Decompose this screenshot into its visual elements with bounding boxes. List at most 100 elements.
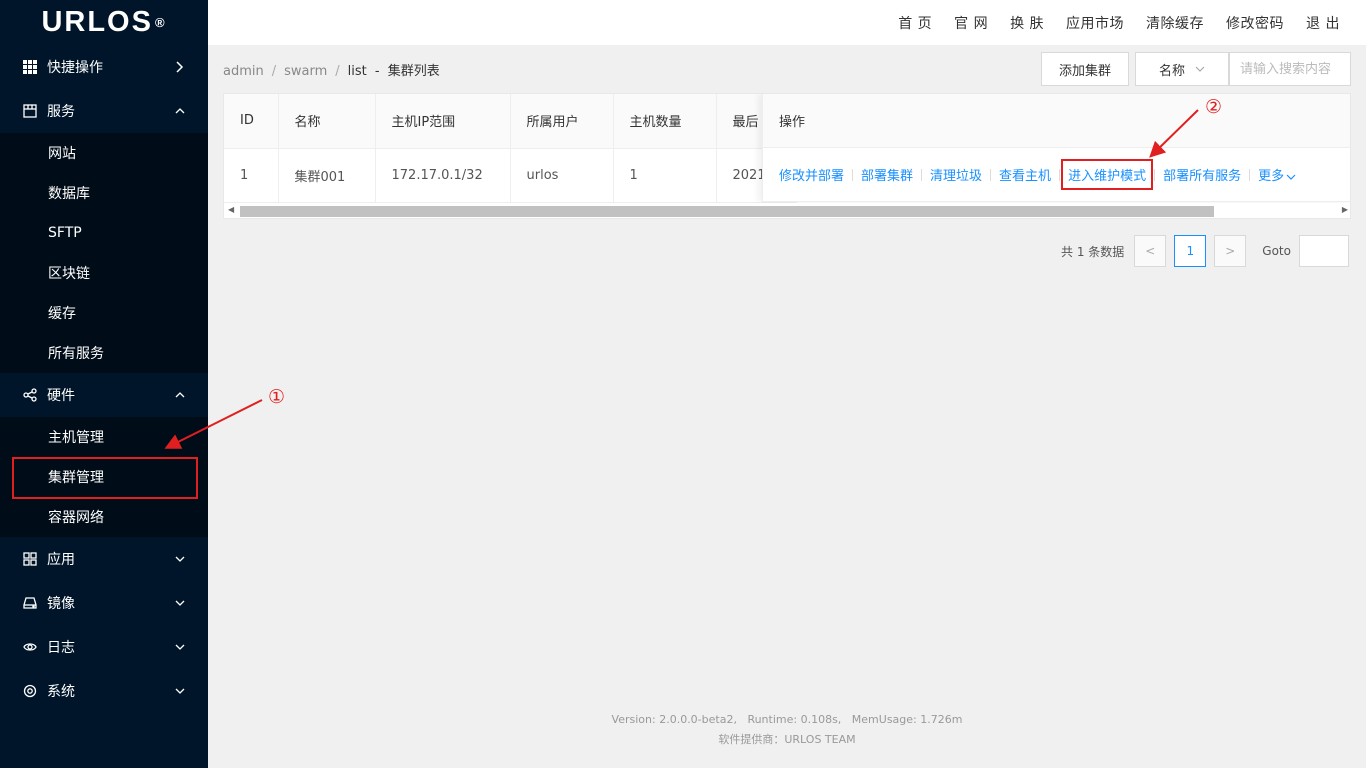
chevron-up-icon <box>174 105 186 117</box>
menu-system[interactable]: 系统 <box>0 669 208 713</box>
enter-maintenance-mode-link[interactable]: 进入维护模式 <box>1061 159 1154 190</box>
menu-label: 服务 <box>47 104 75 120</box>
footer: Version: 2.0.0.0-beta2, Runtime: 0.108s,… <box>208 710 1366 750</box>
menu-group-system: 系统 <box>0 669 208 713</box>
sidebar-item-blockchain[interactable]: 区块链 <box>0 253 208 293</box>
search-field-select[interactable]: 名称 <box>1135 52 1229 86</box>
sidebar: URLOS® 快捷操作 服务 网站 数据库 SFTP 区块链 缓存 所有服务 <box>0 0 208 768</box>
col-header-user: 所属用户 <box>510 94 614 149</box>
next-page-button[interactable]: > <box>1214 235 1247 267</box>
cluster-table: ID 名称 主机IP范围 所属用户 主机数量 最后 1 集群001 172.17… <box>223 93 1351 219</box>
menu-label: 镜像 <box>47 596 75 612</box>
table-row: 1 集群001 172.17.0.1/32 urlos 1 2021 <box>224 148 797 203</box>
menu-group-logs: 日志 <box>0 625 208 669</box>
menu-label: 快捷操作 <box>47 60 103 76</box>
grid-icon <box>22 59 38 75</box>
cell-name: 集群001 <box>278 148 376 203</box>
submenu-services: 网站 数据库 SFTP 区块链 缓存 所有服务 <box>0 133 208 373</box>
chevron-down-icon <box>174 553 186 565</box>
nav-skin[interactable]: 换 肤 <box>1010 13 1044 33</box>
sidebar-item-database[interactable]: 数据库 <box>0 173 208 213</box>
logo[interactable]: URLOS ® <box>0 0 208 45</box>
breadcrumb-admin[interactable]: admin <box>223 64 264 79</box>
col-header-host-count: 主机数量 <box>613 94 717 149</box>
menu-hardware[interactable]: 硬件 <box>0 373 208 417</box>
menu-logs[interactable]: 日志 <box>0 625 208 669</box>
chevron-down-icon <box>1195 64 1205 75</box>
cell-user: urlos <box>510 148 614 203</box>
total-count: 共 1 条数据 <box>1061 244 1125 259</box>
sidebar-item-cluster-management[interactable]: 集群管理 <box>0 457 208 499</box>
drive-icon <box>22 595 38 611</box>
chevron-up-icon <box>174 389 186 401</box>
annotation-marker-1: ① <box>268 386 286 408</box>
menu-label: 硬件 <box>47 388 75 404</box>
nav-clear-cache[interactable]: 清除缓存 <box>1146 13 1204 33</box>
share-icon <box>22 387 38 403</box>
table: ID 名称 主机IP范围 所属用户 主机数量 最后 1 集群001 172.17… <box>224 94 797 203</box>
scroll-right-icon[interactable]: ▶ <box>1342 205 1348 214</box>
breadcrumb-swarm[interactable]: swarm <box>284 64 327 79</box>
deploy-all-services-link[interactable]: 部署所有服务 <box>1163 165 1241 184</box>
chevron-right-icon <box>174 61 186 73</box>
chevron-left-icon: < <box>1145 244 1156 258</box>
settings-icon <box>22 683 38 699</box>
sidebar-item-cache[interactable]: 缓存 <box>0 293 208 333</box>
prev-page-button[interactable]: < <box>1134 235 1167 267</box>
col-header-ip-range: 主机IP范围 <box>375 94 511 149</box>
sidebar-item-all-services[interactable]: 所有服务 <box>0 333 208 373</box>
nav-logout[interactable]: 退 出 <box>1306 13 1340 33</box>
menu-services[interactable]: 服务 <box>0 89 208 133</box>
table-header-row: ID 名称 主机IP范围 所属用户 主机数量 最后 <box>224 94 797 149</box>
footer-provider: 软件提供商：URLOS TEAM <box>718 733 856 746</box>
chevron-down-icon <box>1286 174 1296 180</box>
sidebar-item-host-management[interactable]: 主机管理 <box>0 417 208 457</box>
menu-apps[interactable]: 应用 <box>0 537 208 581</box>
footer-version: Version: 2.0.0.0-beta2, Runtime: 0.108s,… <box>611 713 963 726</box>
operations-column: 操作 修改并部署 部署集群 清理垃圾 查看主机 进入维护模式 部署所有服务 更多 <box>762 94 1350 202</box>
chevron-down-icon <box>174 641 186 653</box>
menu-label: 系统 <box>47 684 75 700</box>
more-label: 更多 <box>1258 169 1285 184</box>
cell-host-count: 1 <box>613 148 717 203</box>
sidebar-item-sftp[interactable]: SFTP <box>0 213 208 253</box>
search-input[interactable] <box>1229 52 1351 86</box>
page-button[interactable]: 1 <box>1174 235 1207 267</box>
cell-ip-range: 172.17.0.1/32 <box>375 148 511 203</box>
submenu-hardware: 主机管理 集群管理 容器网络 <box>0 417 208 537</box>
breadcrumb-dash: - <box>374 64 380 79</box>
clean-garbage-link[interactable]: 清理垃圾 <box>930 165 982 184</box>
operations-cell: 修改并部署 部署集群 清理垃圾 查看主机 进入维护模式 部署所有服务 更多 <box>763 148 1350 202</box>
nav-change-password[interactable]: 修改密码 <box>1226 13 1284 33</box>
add-cluster-button[interactable]: 添加集群 <box>1041 52 1129 86</box>
nav-home[interactable]: 首 页 <box>898 13 932 33</box>
sidebar-item-container-network[interactable]: 容器网络 <box>0 497 208 537</box>
select-value: 名称 <box>1158 63 1185 79</box>
modify-deploy-link[interactable]: 修改并部署 <box>779 165 844 184</box>
menu-label: 日志 <box>47 640 75 656</box>
view-hosts-link[interactable]: 查看主机 <box>999 165 1051 184</box>
menu-group-quick: 快捷操作 <box>0 45 208 89</box>
chevron-right-icon: > <box>1225 244 1236 258</box>
more-dropdown[interactable]: 更多 <box>1258 165 1296 184</box>
chevron-down-icon <box>174 597 186 609</box>
col-header-id: ID <box>224 94 279 149</box>
top-nav: 首 页 官 网 换 肤 应用市场 清除缓存 修改密码 退 出 <box>208 0 1366 45</box>
menu-images[interactable]: 镜像 <box>0 581 208 625</box>
apps-icon <box>22 551 38 567</box>
server-icon <box>22 103 38 119</box>
annotation-marker-2: ② <box>1205 96 1223 118</box>
menu-quick-actions[interactable]: 快捷操作 <box>0 45 208 89</box>
sidebar-item-website[interactable]: 网站 <box>0 133 208 173</box>
nav-official-site[interactable]: 官 网 <box>954 13 988 33</box>
nav-app-market[interactable]: 应用市场 <box>1066 13 1124 33</box>
horizontal-scrollbar[interactable]: ◀ ▶ <box>224 203 1350 218</box>
scroll-left-icon[interactable]: ◀ <box>228 205 234 214</box>
deploy-cluster-link[interactable]: 部署集群 <box>861 165 913 184</box>
scroll-thumb[interactable] <box>240 206 1214 217</box>
goto-input[interactable] <box>1298 235 1349 267</box>
goto-label: Goto <box>1262 244 1291 258</box>
breadcrumb: admin / swarm / list - 集群列表 <box>223 64 440 79</box>
menu-group-apps: 应用 <box>0 537 208 581</box>
cell-id: 1 <box>224 148 279 203</box>
